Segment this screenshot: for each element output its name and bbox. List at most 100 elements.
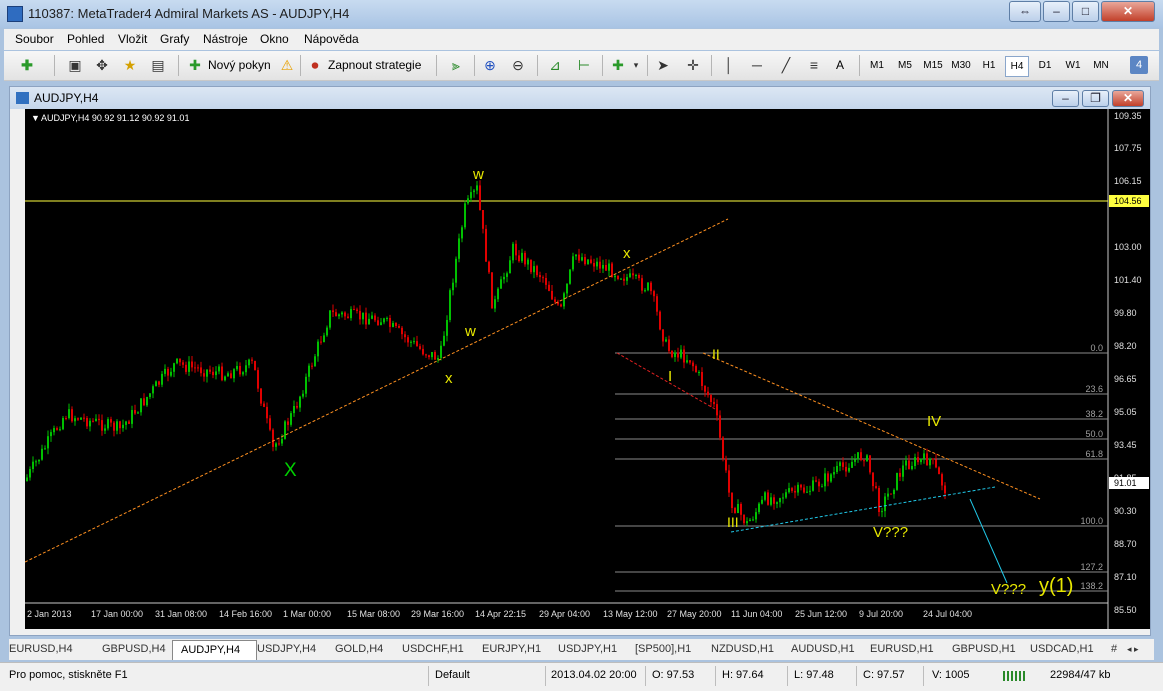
tab-scroll-arrows-icon[interactable]: ◂ ▸	[1127, 640, 1149, 659]
wave-label-I: I	[668, 368, 672, 385]
navigator-icon[interactable]: ★	[121, 56, 139, 74]
timeframe-m1[interactable]: M1	[866, 56, 888, 75]
chart-restore-button[interactable]: ❐	[1082, 90, 1109, 107]
market-watch-icon[interactable]: ▣	[66, 56, 84, 74]
candle-body	[254, 360, 256, 371]
new-order-button[interactable]: Nový pokyn	[208, 55, 271, 75]
timeframe-m30[interactable]: M30	[950, 56, 972, 75]
candle-body	[659, 311, 661, 330]
autoscroll-icon[interactable]: ⊿	[546, 56, 564, 74]
candle-body	[479, 185, 481, 211]
candle-body	[905, 460, 907, 466]
timeframe-d1[interactable]: D1	[1034, 56, 1056, 75]
menu-okno[interactable]: Okno	[260, 32, 289, 46]
candle-body	[86, 418, 88, 427]
timeframe-mn[interactable]: MN	[1090, 56, 1112, 75]
horizontal-line-icon[interactable]: ─	[748, 56, 766, 74]
restore-icon[interactable]: ⇔	[1009, 1, 1041, 22]
candle-body	[926, 453, 928, 466]
candle-body	[644, 290, 646, 292]
auto-trading-button[interactable]: Zapnout strategie	[328, 55, 421, 75]
vertical-line-icon[interactable]: │	[720, 56, 738, 74]
tab-gold-h4[interactable]: GOLD,H4	[335, 640, 395, 659]
tab-eurusd-h1[interactable]: EURUSD,H1	[870, 640, 945, 659]
chart-close-button[interactable]: ✕	[1112, 90, 1144, 107]
tab-gbpusd-h4[interactable]: GBPUSD,H4	[102, 640, 177, 659]
level-price-label: 104.56	[1114, 196, 1142, 206]
candle-body	[275, 443, 277, 447]
alert-icon[interactable]: ⚠	[278, 56, 296, 74]
candle-body	[242, 372, 244, 375]
candle-body	[779, 498, 781, 503]
data-window-icon[interactable]: ✥	[93, 56, 111, 74]
candle-body	[104, 428, 106, 431]
menu-napoveda[interactable]: Nápověda	[304, 32, 359, 46]
tab-more[interactable]: #	[1111, 640, 1123, 659]
time-tick: 2 Jan 2013	[27, 609, 72, 619]
indicators-icon[interactable]: ✚	[609, 56, 627, 74]
timeframe-h4[interactable]: H4	[1005, 56, 1029, 77]
notification-badge[interactable]: 4	[1130, 56, 1148, 74]
tab-gbpusd-h1[interactable]: GBPUSD,H1	[952, 640, 1027, 659]
close-button[interactable]: ✕	[1101, 1, 1155, 22]
text-tool-button[interactable]: A	[836, 55, 844, 75]
candle-body	[887, 493, 889, 497]
tab-audusd-h1[interactable]: AUDUSD,H1	[791, 640, 866, 659]
tab-audjpy-h4[interactable]: AUDJPY,H4	[172, 640, 257, 660]
timeframe-m15[interactable]: M15	[922, 56, 944, 75]
candle-body	[704, 385, 706, 392]
tab-usdchf-h1[interactable]: USDCHF,H1	[402, 640, 477, 659]
timeframe-w1[interactable]: W1	[1062, 56, 1084, 75]
chart-minimize-button[interactable]: –	[1052, 90, 1079, 107]
tab-nzdusd-h1[interactable]: NZDUSD,H1	[711, 640, 786, 659]
candle-body	[569, 269, 571, 284]
menu-grafy[interactable]: Grafy	[160, 32, 189, 46]
menu-vlozit[interactable]: Vložit	[118, 32, 147, 46]
tab-usdcad-h1[interactable]: USDCAD,H1	[1030, 640, 1102, 659]
zoom-out-icon[interactable]: ⊖	[509, 56, 527, 74]
tab-usdjpy-h1[interactable]: USDJPY,H1	[558, 640, 630, 659]
time-tick: 25 Jun 12:00	[795, 609, 847, 619]
wave-label-III: III	[727, 514, 739, 530]
candle-body	[293, 406, 295, 414]
chevron-down-icon[interactable]: ▾	[627, 56, 645, 74]
price-chart[interactable]: 0.0 23.6 38.2 50.0 61.8 100.0 127.2 138.…	[25, 109, 1150, 629]
menu-pohled[interactable]: Pohled	[67, 32, 104, 46]
timeframe-m5[interactable]: M5	[894, 56, 916, 75]
timeframe-h1[interactable]: H1	[978, 56, 1000, 75]
tab-usdjpy-h4[interactable]: USDJPY,H4	[257, 640, 329, 659]
cursor-icon[interactable]: ➤	[654, 56, 672, 74]
price-tick: 101.40	[1114, 275, 1142, 285]
status-open: O: 97.53	[652, 669, 695, 681]
crosshair-icon[interactable]: ✛	[684, 56, 702, 74]
time-tick: 24 Jul 04:00	[923, 609, 972, 619]
minimize-button[interactable]: –	[1043, 1, 1070, 22]
auto-trading-icon[interactable]: ⏺	[306, 56, 324, 74]
zoom-in-icon[interactable]: ⊕	[481, 56, 499, 74]
fibonacci-icon[interactable]: ≡	[805, 56, 823, 74]
bar-chart-icon[interactable]: ⫸	[447, 56, 465, 74]
maximize-button[interactable]: □	[1072, 1, 1099, 22]
candle-body	[626, 277, 628, 281]
candle-body	[395, 323, 397, 326]
chart-header-dropdown[interactable]: ▼	[31, 113, 40, 123]
tab-eurusd-h4[interactable]: EURUSD,H4	[9, 640, 89, 659]
terminal-icon[interactable]: ▤	[149, 56, 167, 74]
price-tick: 87.10	[1114, 572, 1137, 582]
tab-eurjpy-h1[interactable]: EURJPY,H1	[482, 640, 557, 659]
candle-body	[323, 335, 325, 342]
chart-shift-icon[interactable]: ⊢	[575, 56, 593, 74]
candle-body	[134, 410, 136, 414]
candle-body	[857, 452, 859, 460]
menu-nastroje[interactable]: Nástroje	[203, 32, 248, 46]
time-axis: 2 Jan 2013 17 Jan 00:00 31 Jan 08:00 14 …	[27, 609, 972, 619]
candle-body	[593, 263, 595, 267]
candle-body	[896, 472, 898, 490]
menu-soubor[interactable]: Soubor	[15, 32, 54, 46]
candle-body	[131, 410, 133, 424]
new-order-icon[interactable]: ✚	[186, 56, 204, 74]
trendline-icon[interactable]: ╱	[777, 56, 795, 74]
new-chart-icon[interactable]: ✚	[18, 56, 36, 74]
time-tick: 15 Mar 08:00	[347, 609, 400, 619]
tab-sp500-h1[interactable]: [SP500],H1	[635, 640, 707, 659]
